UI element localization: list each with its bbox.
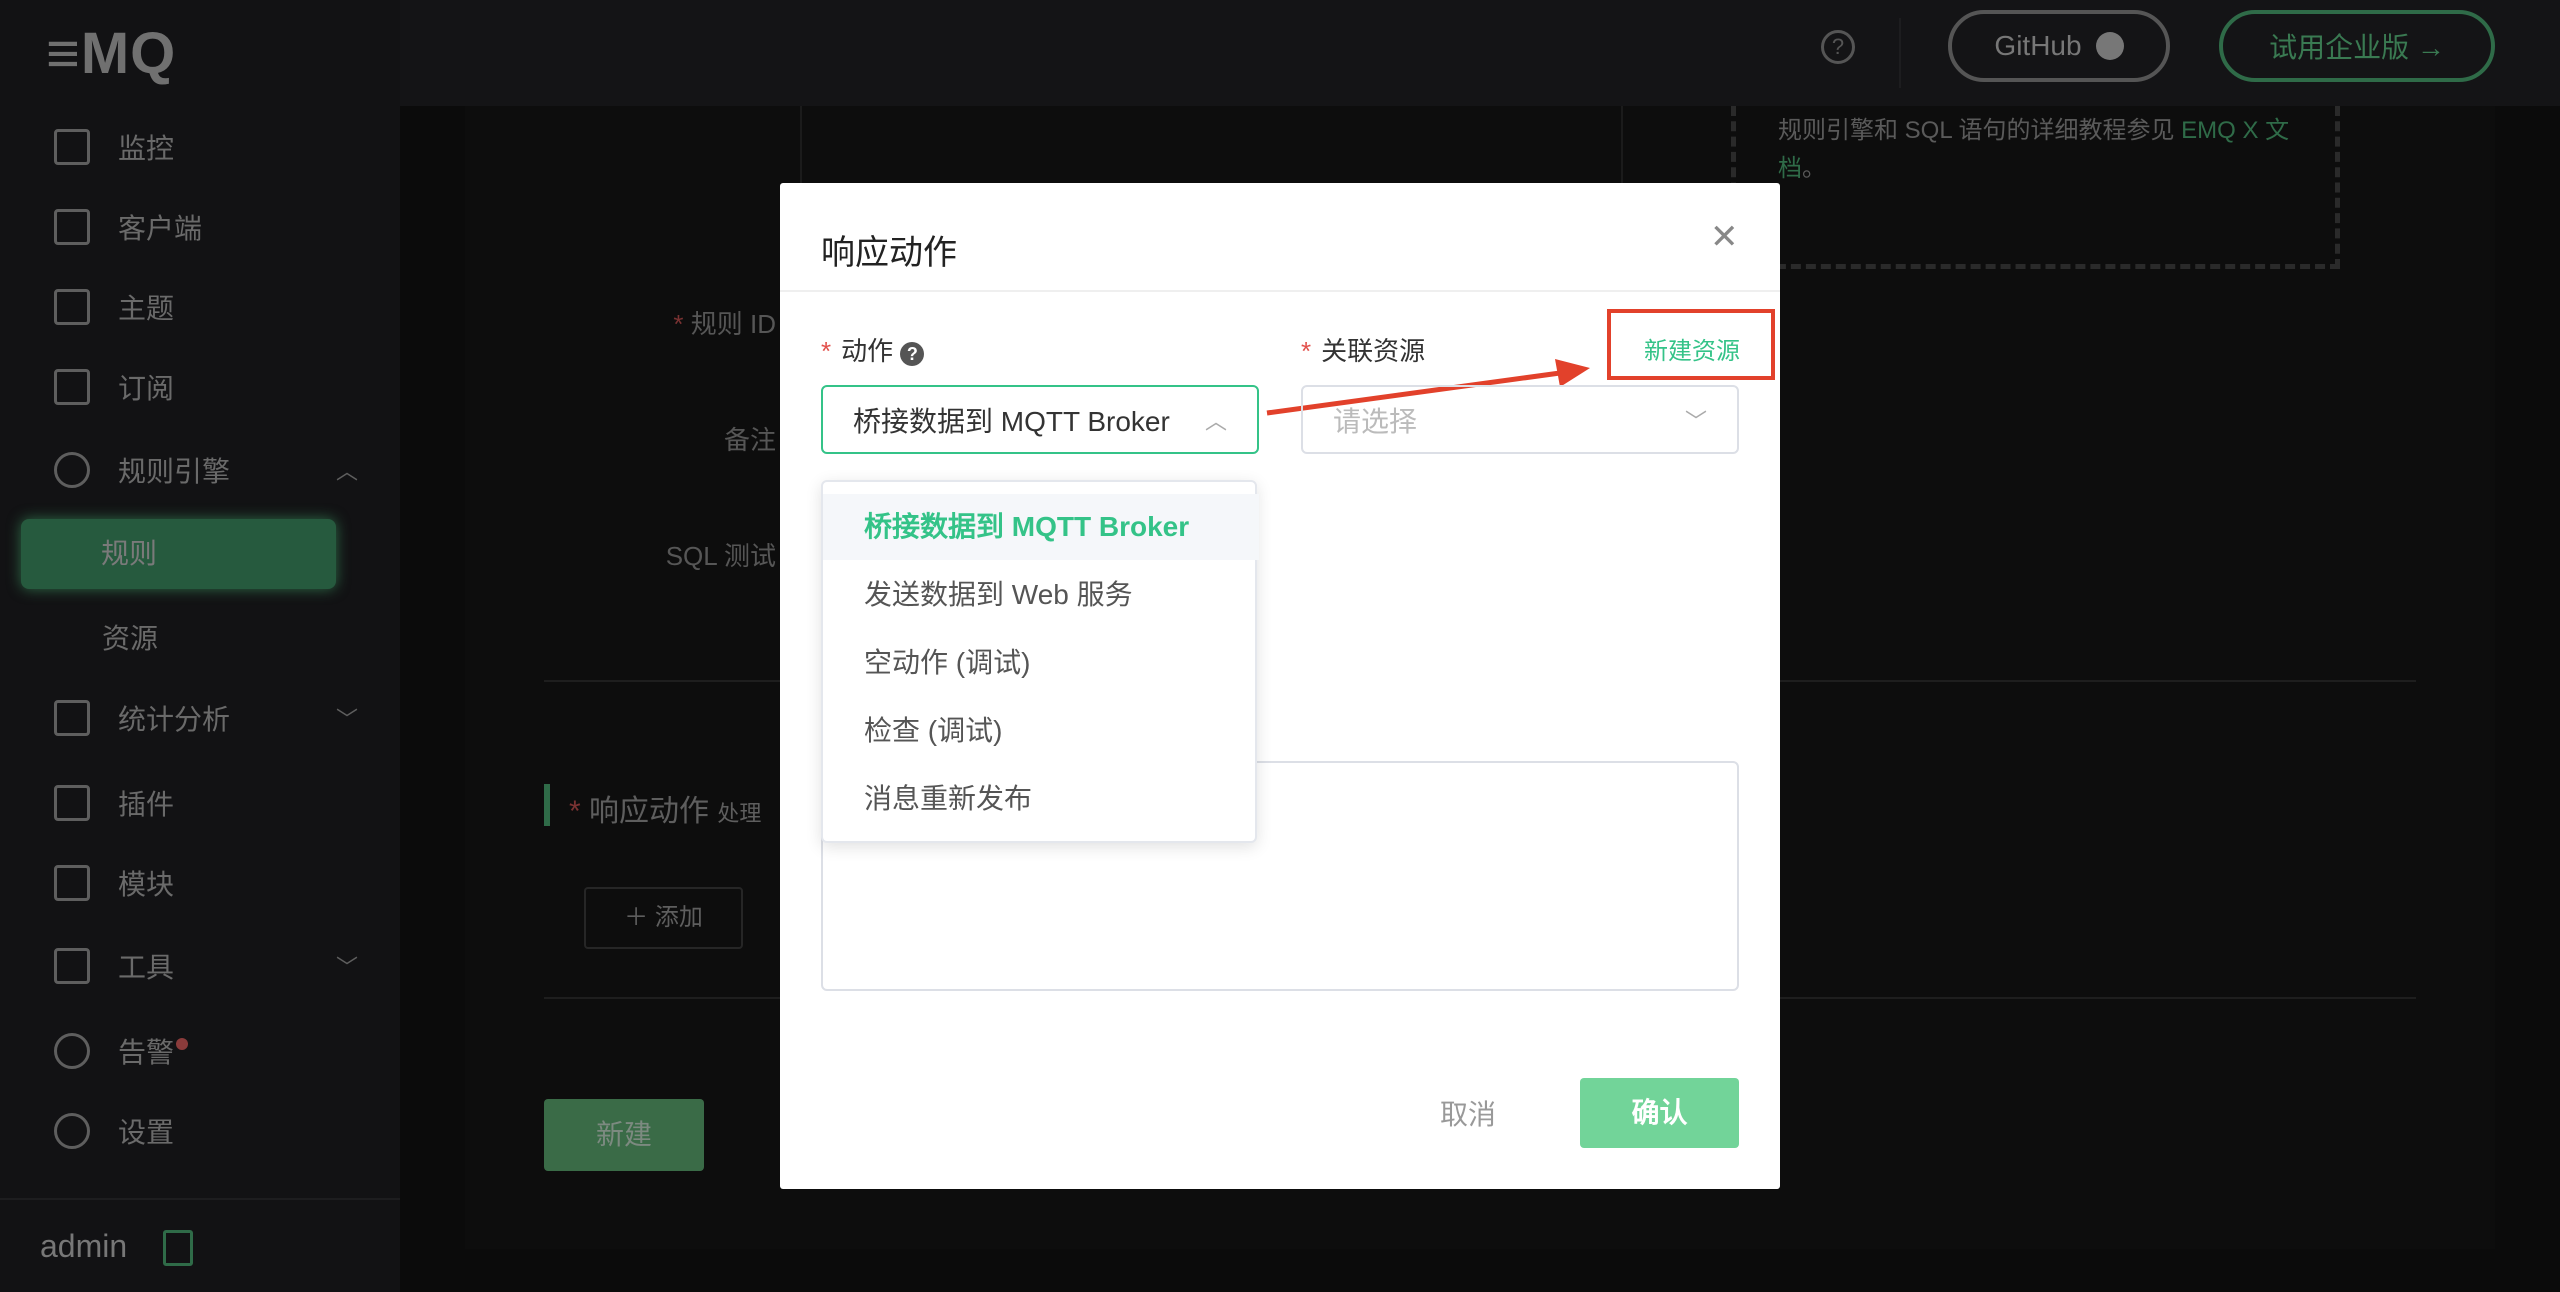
dropdown-option[interactable]: 空动作 (调试): [823, 630, 1259, 696]
github-button[interactable]: GitHub: [1948, 10, 2170, 82]
sidebar-item-topics[interactable]: 主题: [0, 277, 400, 337]
sidebar: ≡MQ 监控 客户端 主题 订阅 规则引擎 ︿ 规则 资源 统计分析 ﹀ 插件 模块…: [0, 0, 400, 1292]
sidebar-item-rule-engine[interactable]: 规则引擎 ︿: [0, 440, 400, 500]
chevron-up-icon: ︿: [1204, 408, 1227, 434]
emq-logo: ≡MQ: [46, 21, 177, 86]
divider: [0, 1198, 400, 1200]
action-dropdown: 桥接数据到 MQTT Broker 发送数据到 Web 服务 空动作 (调试) …: [821, 480, 1259, 843]
topics-icon: [54, 289, 90, 325]
analysis-icon: [54, 700, 90, 736]
enterprise-trial-button[interactable]: 试用企业版 →: [2219, 10, 2495, 82]
sidebar-item-analysis[interactable]: 统计分析 ﹀: [0, 688, 400, 748]
monitor-icon: [54, 129, 90, 165]
actions-section-title: * 响应动作 处理: [569, 795, 762, 828]
sidebar-item-plugins[interactable]: 插件: [0, 773, 400, 833]
confirm-button[interactable]: 确认: [1580, 1078, 1739, 1148]
help-icon[interactable]: ?: [900, 342, 925, 366]
settings-icon: [54, 1113, 90, 1149]
selected-value: 桥接数据到 MQTT Broker: [853, 405, 1170, 437]
alarm-badge: [176, 1038, 189, 1050]
tip-text: 规则引擎和 SQL 语句的详细教程参见: [1778, 117, 2182, 144]
label: GitHub: [1994, 30, 2082, 61]
dropdown-option[interactable]: 检查 (调试): [823, 698, 1259, 764]
tip-end: 。: [1802, 155, 1826, 182]
label: 插件: [118, 789, 175, 820]
chevron-down-icon: ﹀: [1684, 408, 1707, 434]
close-icon[interactable]: ✕: [1710, 217, 1739, 257]
create-button[interactable]: 新建: [544, 1099, 704, 1171]
sidebar-item-modules[interactable]: 模块: [0, 853, 400, 913]
add-action-button[interactable]: ＋ 添加: [584, 887, 743, 949]
action-label: * 动作 ?: [821, 331, 925, 368]
chevron-down-icon: ﹀: [335, 707, 358, 732]
sidebar-item-settings[interactable]: 设置: [0, 1101, 400, 1161]
subscriptions-icon: [54, 369, 90, 405]
remark-label: 备注: [723, 425, 776, 455]
sidebar-subitem-rules[interactable]: 规则: [21, 519, 336, 589]
divider: [1899, 18, 1901, 88]
sidebar-item-tools[interactable]: 工具 ﹀: [0, 936, 400, 996]
sidebar-item-monitor[interactable]: 监控: [0, 117, 400, 177]
chevron-down-icon: ﹀: [335, 955, 358, 980]
sidebar-item-alarms[interactable]: 告警: [0, 1021, 400, 1081]
dropdown-option[interactable]: 发送数据到 Web 服务: [823, 562, 1259, 628]
top-header: ? GitHub 试用企业版 →: [400, 0, 2560, 106]
label: 告警: [118, 1037, 175, 1068]
sidebar-item-subscriptions[interactable]: 订阅: [0, 357, 400, 417]
rule-engine-icon: [54, 452, 90, 488]
new-resource-link[interactable]: 新建资源: [1644, 331, 1740, 366]
dropdown-option[interactable]: 桥接数据到 MQTT Broker: [823, 494, 1259, 560]
dialog-title: 响应动作: [821, 234, 957, 272]
logout-icon[interactable]: [163, 1230, 193, 1266]
github-icon: [2095, 32, 2124, 60]
label: 规则引擎: [118, 456, 231, 487]
tip-box: 规则引擎和 SQL 语句的详细教程参见 EMQ X 文档。: [1731, 106, 2340, 269]
label: 工具: [118, 952, 175, 983]
tools-icon: [54, 948, 90, 984]
label: 统计分析: [118, 704, 231, 735]
placeholder: 请选择: [1333, 405, 1418, 437]
chevron-up-icon: ︿: [335, 459, 358, 484]
label: 订阅: [118, 373, 175, 404]
sidebar-subitem-resources[interactable]: 资源: [102, 617, 158, 657]
cancel-button[interactable]: 取消: [1440, 1093, 1496, 1133]
help-icon[interactable]: ?: [1821, 30, 1855, 64]
resource-select[interactable]: 请选择 ﹀: [1301, 385, 1739, 454]
divider: [780, 290, 1780, 292]
alarm-icon: [54, 1033, 90, 1069]
label: 客户端: [118, 213, 203, 244]
sidebar-item-clients[interactable]: 客户端: [0, 197, 400, 257]
clients-icon: [54, 209, 90, 245]
username: admin: [40, 1228, 128, 1264]
action-dialog: 响应动作 ✕ * 动作 ? * 关联资源 新建资源 桥接数据到 MQTT Broke…: [780, 183, 1780, 1189]
label: 监控: [118, 133, 175, 164]
label: 设置: [118, 1117, 175, 1148]
sql-test-label: SQL 测试: [665, 541, 776, 571]
plugins-icon: [54, 785, 90, 821]
dropdown-option[interactable]: 消息重新发布: [823, 766, 1259, 832]
section-marker: [544, 784, 550, 826]
label: 模块: [118, 869, 175, 900]
modules-icon: [54, 865, 90, 901]
label: 主题: [118, 293, 175, 324]
rule-id-label: * 规则 ID: [673, 309, 776, 339]
plus-icon: ＋: [624, 904, 655, 931]
action-select[interactable]: 桥接数据到 MQTT Broker ︿: [821, 385, 1259, 454]
